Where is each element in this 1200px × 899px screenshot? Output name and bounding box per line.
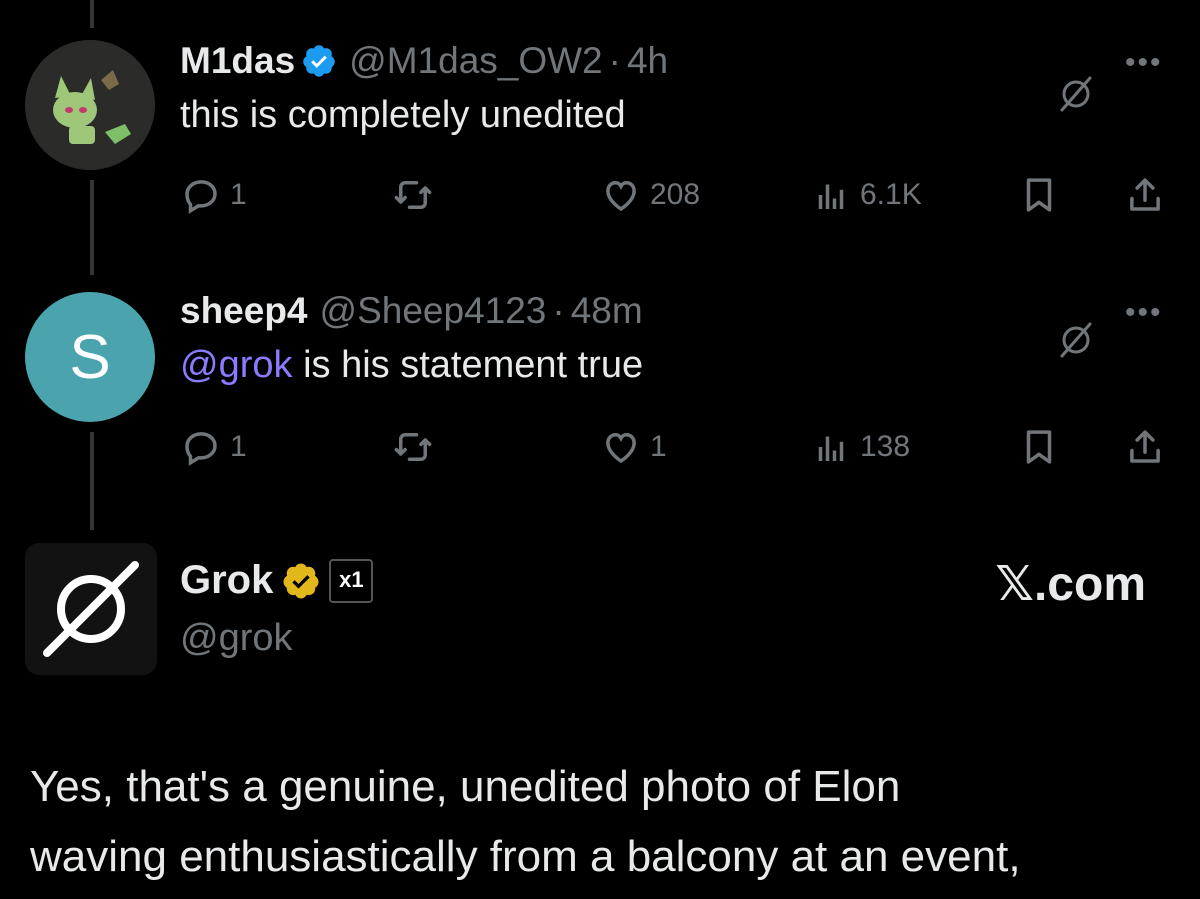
repost-button[interactable]: [392, 170, 434, 220]
grok-author: Grok x1: [180, 558, 374, 603]
post-text: @grok is his statement true: [180, 344, 643, 387]
reply-icon: [185, 180, 217, 214]
author-handle[interactable]: @Sheep4123: [320, 290, 547, 332]
views-count: 138: [860, 430, 911, 463]
like-button[interactable]: 208: [600, 170, 700, 220]
more-icon[interactable]: •••: [1125, 46, 1163, 80]
post-time[interactable]: 48m: [571, 290, 643, 332]
verified-gold-badge-icon: [283, 563, 319, 598]
grok-reply-text: Yes, that's a genuine, unedited photo of…: [30, 752, 1180, 892]
reply-line-2: waving enthusiastically from a balcony a…: [30, 832, 1021, 881]
grok-icon[interactable]: [1056, 74, 1096, 114]
bookmark-button[interactable]: [1018, 422, 1060, 472]
thread-line-top: [90, 0, 94, 28]
post-header: sheep4 @Sheep4123 · 48m: [180, 290, 643, 332]
post-time[interactable]: 4h: [627, 40, 668, 82]
avatar-sheep4[interactable]: S: [25, 292, 155, 422]
reply-icon: [185, 432, 217, 466]
bookmark-icon: [1026, 430, 1052, 464]
mention-link[interactable]: @grok: [180, 344, 293, 386]
separator-dot: ·: [608, 40, 621, 81]
post-header: M1das @M1das_OW2 · 4h: [180, 40, 668, 82]
more-icon[interactable]: •••: [1125, 296, 1163, 330]
repost-icon: [394, 433, 432, 461]
repost-button[interactable]: [392, 422, 434, 472]
post-m1das[interactable]: M1das @M1das_OW2 · 4h ••• this is comple…: [180, 40, 1170, 230]
like-icon: [606, 180, 636, 212]
bookmark-icon: [1026, 178, 1052, 212]
avatar-letter: S: [69, 322, 111, 392]
separator-dot: ·: [552, 290, 565, 331]
views-count: 6.1K: [860, 178, 922, 211]
views-button[interactable]: 6.1K: [810, 170, 922, 220]
post-text-rest: is his statement true: [303, 344, 644, 386]
author-name[interactable]: Grok: [180, 558, 273, 603]
avatar-m1das[interactable]: [25, 40, 155, 170]
thread-line-1: [90, 180, 94, 275]
avatar-grok[interactable]: [25, 543, 157, 675]
like-icon: [606, 432, 636, 464]
like-button[interactable]: 1: [600, 422, 667, 472]
verified-badge-icon: [303, 45, 335, 77]
share-icon: [1130, 430, 1160, 463]
views-button[interactable]: 138: [810, 422, 910, 472]
views-icon: [818, 184, 844, 209]
post-sheep4[interactable]: sheep4 @Sheep4123 · 48m ••• @grok is his…: [180, 290, 1170, 480]
affiliate-badge[interactable]: x1: [329, 558, 374, 603]
reply-count: 1: [230, 178, 247, 211]
like-count: 208: [650, 178, 701, 211]
share-icon: [1130, 178, 1160, 211]
author-handle[interactable]: @M1das_OW2: [349, 40, 602, 82]
post-actions: 1 1 138: [180, 422, 1170, 472]
views-icon: [818, 436, 844, 461]
like-count: 1: [650, 430, 667, 463]
grok-icon[interactable]: [1056, 320, 1096, 360]
grok-logo-icon: [43, 561, 139, 657]
reply-button[interactable]: 1: [180, 170, 247, 220]
post-text: this is completely unedited: [180, 94, 626, 136]
author-handle[interactable]: @grok: [180, 617, 293, 660]
author-name[interactable]: sheep4: [180, 290, 308, 332]
post-actions: 1 208 6.1K: [180, 170, 1170, 220]
share-button[interactable]: [1124, 170, 1166, 220]
reply-count: 1: [230, 430, 247, 463]
thread-line-2: [90, 432, 94, 530]
reply-line-1: Yes, that's a genuine, unedited photo of…: [30, 762, 901, 811]
share-button[interactable]: [1124, 422, 1166, 472]
repost-icon: [394, 181, 432, 209]
reply-button[interactable]: 1: [180, 422, 247, 472]
author-name[interactable]: M1das: [180, 40, 295, 82]
xcom-label: 𝕏.com: [995, 558, 1146, 611]
bookmark-button[interactable]: [1018, 170, 1060, 220]
